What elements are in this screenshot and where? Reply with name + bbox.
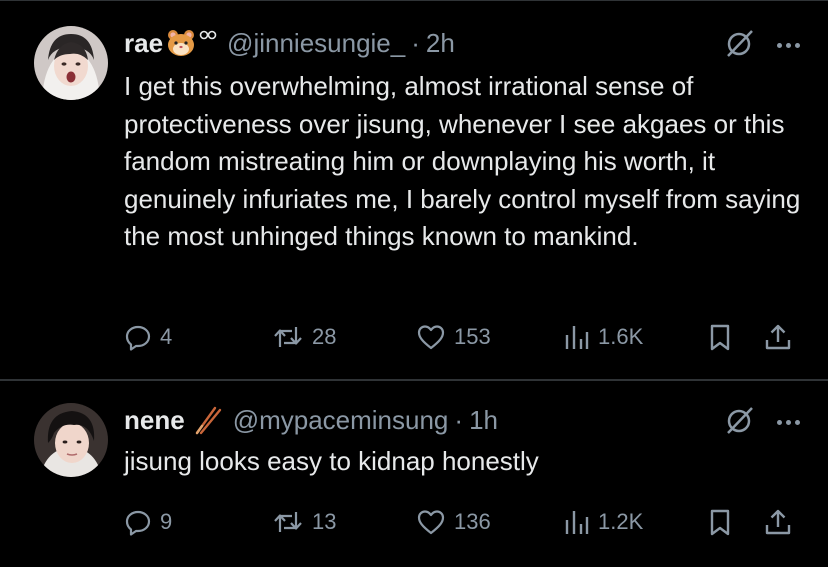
header-actions bbox=[725, 405, 800, 439]
retweet-button[interactable]: 13 bbox=[272, 505, 336, 539]
timestamp[interactable]: 1h bbox=[469, 405, 498, 436]
view-count: 1.2K bbox=[598, 509, 644, 534]
bookmark-icon bbox=[708, 508, 732, 536]
tweet-1[interactable]: rae @jinniesungie_ · 2h I get this overw… bbox=[0, 0, 828, 379]
views-button[interactable]: 1.6K bbox=[564, 320, 643, 354]
share-icon bbox=[764, 508, 792, 536]
like-button[interactable]: 153 bbox=[416, 320, 491, 354]
timestamp[interactable]: 2h bbox=[426, 28, 455, 59]
hamster-emoji bbox=[165, 28, 197, 58]
more-icon[interactable] bbox=[777, 419, 800, 425]
share-button[interactable] bbox=[764, 320, 792, 354]
views-icon bbox=[564, 323, 590, 351]
user-handle[interactable]: @jinniesungie_ bbox=[227, 28, 405, 59]
tweet-text: jisung looks easy to kidnap honestly bbox=[124, 446, 539, 476]
display-name[interactable]: nene bbox=[124, 405, 185, 436]
user-handle[interactable]: @mypaceminsung bbox=[233, 405, 449, 436]
reply-button[interactable]: 9 bbox=[124, 505, 172, 539]
tweet-2[interactable]: nene @mypaceminsung · 1h jisung looks ea… bbox=[0, 381, 828, 567]
like-count: 136 bbox=[454, 509, 491, 534]
reply-button[interactable]: 4 bbox=[124, 320, 172, 354]
retweet-count: 28 bbox=[312, 324, 337, 349]
separator-dot: · bbox=[454, 404, 464, 435]
action-bar: 4 28 153 1.6K bbox=[124, 320, 804, 354]
bookmark-icon bbox=[708, 323, 732, 351]
reply-icon bbox=[124, 323, 152, 351]
avatar[interactable] bbox=[34, 403, 108, 477]
like-button[interactable]: 136 bbox=[416, 505, 491, 539]
retweet-count: 13 bbox=[312, 509, 337, 534]
like-icon bbox=[416, 323, 446, 351]
reply-count: 9 bbox=[160, 509, 173, 534]
views-button[interactable]: 1.2K bbox=[564, 505, 643, 539]
view-count: 1.6K bbox=[598, 324, 644, 349]
display-name[interactable]: rae bbox=[124, 28, 163, 59]
chopsticks-emoji bbox=[193, 405, 223, 435]
like-icon bbox=[416, 508, 446, 536]
grok-icon[interactable] bbox=[725, 28, 755, 63]
share-icon bbox=[764, 323, 792, 351]
header-actions bbox=[725, 28, 800, 62]
avatar[interactable] bbox=[34, 26, 108, 100]
share-button[interactable] bbox=[764, 505, 792, 539]
retweet-icon bbox=[272, 508, 304, 536]
action-bar: 9 13 136 1.2K bbox=[124, 505, 804, 539]
grok-icon[interactable] bbox=[725, 405, 755, 440]
views-icon bbox=[564, 508, 590, 536]
more-icon[interactable] bbox=[777, 42, 800, 48]
bookmark-button[interactable] bbox=[708, 505, 732, 539]
tweet-text: I get this overwhelming, almost irration… bbox=[124, 71, 801, 251]
like-count: 153 bbox=[454, 324, 491, 349]
reply-count: 4 bbox=[160, 324, 173, 349]
retweet-button[interactable]: 28 bbox=[272, 320, 336, 354]
separator-dot: · bbox=[411, 27, 420, 58]
retweet-icon bbox=[272, 323, 304, 351]
tweet-header: rae @jinniesungie_ · 2h bbox=[124, 26, 455, 60]
reply-icon bbox=[124, 508, 152, 536]
tweet-header: nene @mypaceminsung · 1h bbox=[124, 403, 498, 437]
bookmark-button[interactable] bbox=[708, 320, 732, 354]
